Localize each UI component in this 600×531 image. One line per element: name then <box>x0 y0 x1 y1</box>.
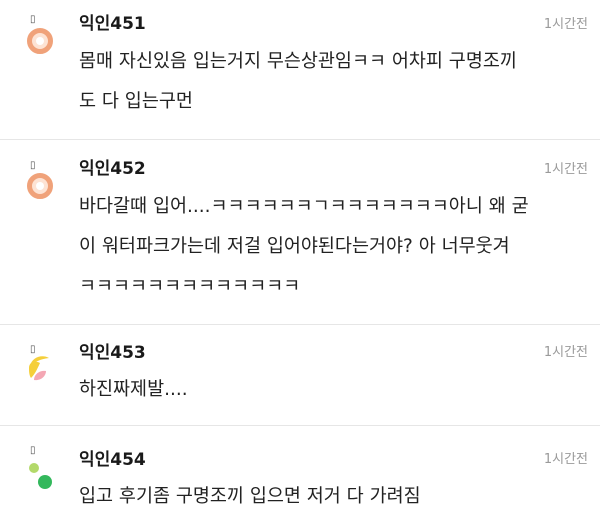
comment-time: 1시간전 <box>543 17 588 32</box>
comment-username[interactable]: 익인453 <box>79 343 146 363</box>
comment-username[interactable]: 익인451 <box>79 14 146 34</box>
comment-text: 몸매 자신있음 입는거지 무슨상관임ㅋㅋ 어차피 구명조끼도 다 입는구먼 <box>79 42 579 122</box>
comment-divider <box>0 425 600 426</box>
comment-divider <box>0 324 600 325</box>
peach-circle-avatar-icon[interactable] <box>26 27 54 55</box>
peach-circle-avatar-icon[interactable] <box>26 172 54 200</box>
yellow-pink-shapes-avatar-icon[interactable] <box>26 353 54 381</box>
comment-marker: ▯ <box>30 445 36 456</box>
comment-text: 입고 후기좀 구명조끼 입으면 저거 다 가려짐 <box>79 477 579 517</box>
comment-time: 1시간전 <box>543 162 588 177</box>
comment-username[interactable]: 익인452 <box>79 159 146 179</box>
comment-text-line: 바다갈때 입어....ㅋㅋㅋㅋㅋㅋㄱㅋㅋㅋㅋㅋㅋㅋ아니 왜 굳 <box>79 196 529 217</box>
comment-time: 1시간전 <box>543 345 588 360</box>
comment-text-line: 하진짜제발.... <box>79 379 188 400</box>
comment-username[interactable]: 익인454 <box>79 450 146 470</box>
comment-marker: ▯ <box>30 160 36 171</box>
comment-text: 하진짜제발.... <box>79 370 579 410</box>
comment-marker: ▯ <box>30 14 36 25</box>
comment-time: 1시간전 <box>543 452 588 467</box>
comment-text-line: ㅋㅋㅋㅋㅋㅋㅋㅋㅋㅋㅋㅋㅋ <box>79 276 301 297</box>
comment-text-line: 몸매 자신있음 입는거지 무슨상관임ㅋㅋ 어차피 구명조끼 <box>79 51 517 72</box>
comment-divider <box>0 139 600 140</box>
comment-text-line: 이 워터파크가는데 저걸 입어야된다는거야? 아 너무웃겨 <box>79 236 510 257</box>
green-dots-avatar-icon[interactable] <box>26 461 54 489</box>
comment-text-line: 입고 후기좀 구명조끼 입으면 저거 다 가려짐 <box>79 486 421 507</box>
comment-text-line: 도 다 입는구먼 <box>79 91 193 112</box>
comment-text: 바다갈때 입어....ㅋㅋㅋㅋㅋㅋㄱㅋㅋㅋㅋㅋㅋㅋ아니 왜 굳이 워터파크가는데… <box>79 187 579 307</box>
